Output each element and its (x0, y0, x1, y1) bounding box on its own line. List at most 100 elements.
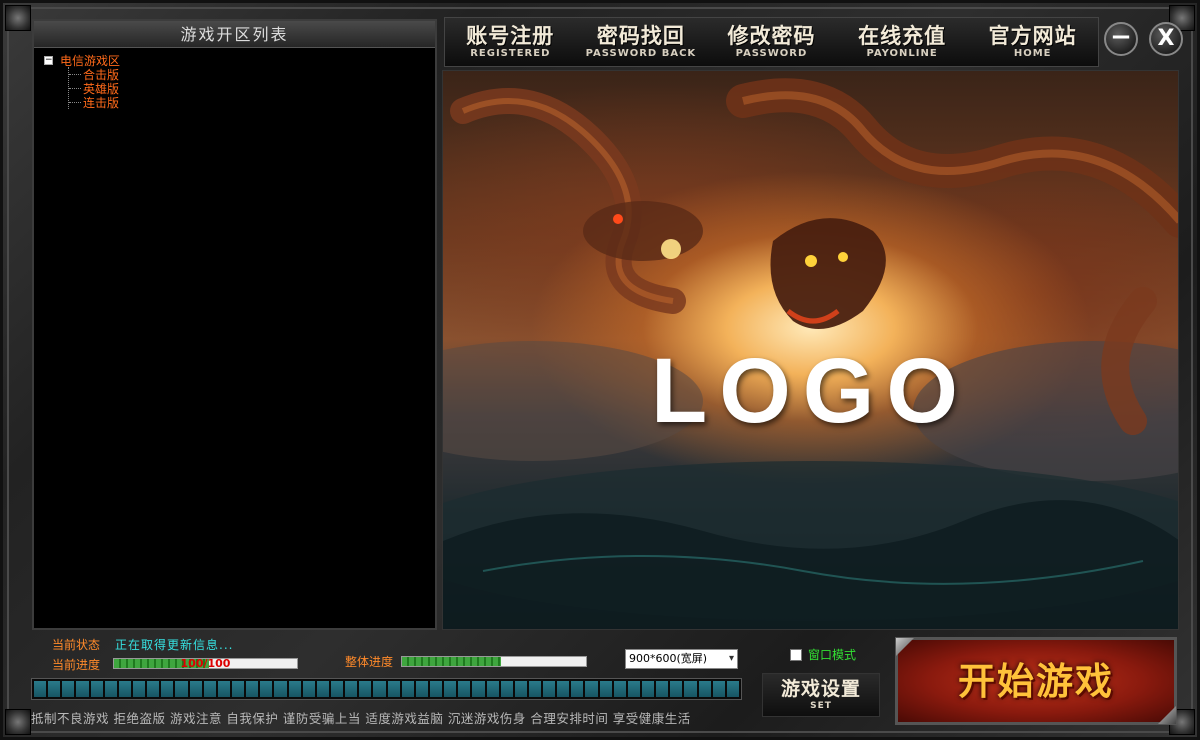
resolution-select[interactable]: 900*600(宽屏) ▾ (625, 649, 738, 669)
resolution-value: 900*600(宽屏) (629, 652, 708, 665)
window-mode-checkbox[interactable] (790, 648, 802, 661)
segment-cell (161, 681, 174, 697)
segment-cell (302, 681, 315, 697)
segment-cell (387, 681, 400, 697)
segment-cell (246, 681, 259, 697)
segment-cell (514, 681, 527, 697)
minimize-button[interactable]: − (1104, 22, 1138, 56)
nav-sublabel: PASSWORD (735, 48, 808, 59)
overall-progress-label: 整体进度 (345, 655, 394, 669)
segment-cell (76, 681, 89, 697)
segment-cell (429, 681, 443, 697)
segment-cell (217, 681, 230, 697)
segment-cell (627, 681, 641, 697)
segment-cell (500, 681, 513, 697)
segment-cell (189, 681, 202, 697)
nav-register-button[interactable]: 账号注册 REGISTERED (445, 18, 576, 66)
segment-cell (118, 681, 131, 697)
segment-cell (571, 681, 584, 697)
close-button[interactable]: X (1149, 22, 1183, 56)
start-game-label: 开始游戏 (958, 659, 1114, 703)
segment-cell (684, 681, 697, 697)
segment-cell (528, 681, 542, 697)
nav-home-button[interactable]: 官方网站 HOME (967, 18, 1098, 66)
segment-cell (642, 681, 655, 697)
overall-progress-bar (401, 656, 587, 667)
collapse-icon[interactable]: − (44, 55, 53, 65)
nav-label: 官方网站 (988, 24, 1077, 48)
window-mode-toggle[interactable]: 窗口模式 (790, 646, 856, 663)
current-progress-bar: 100/100 (113, 658, 298, 669)
nav-label: 账号注册 (466, 24, 555, 48)
segment-cell (656, 681, 669, 697)
game-settings-button[interactable]: 游戏设置 SET (762, 673, 880, 717)
segment-cell (401, 681, 414, 697)
overall-progress-fill (402, 657, 502, 666)
tree-node-label: 连击版 (83, 95, 120, 110)
status-label: 当前状态 (52, 638, 101, 652)
nav-sublabel: HOME (1013, 48, 1052, 59)
tree-node-heji[interactable]: 合击版 (69, 67, 435, 82)
frame-corner (5, 709, 31, 735)
nav-label: 修改密码 (727, 24, 816, 48)
segment-cell (486, 681, 499, 697)
top-nav: 账号注册 REGISTERED 密码找回 PASSWORD BACK 修改密码 … (444, 17, 1099, 67)
nav-password-recovery-button[interactable]: 密码找回 PASSWORD BACK (576, 18, 707, 66)
segment-cell (316, 681, 329, 697)
server-tree: − 电信游戏区 合击版 英雄版 连击版 (34, 48, 435, 110)
segment-cell (104, 681, 117, 697)
nav-sublabel: REGISTERED (470, 48, 551, 59)
current-progress-text: 100/100 (180, 658, 231, 669)
settings-label: 游戏设置 (780, 678, 861, 700)
segment-cell (62, 681, 75, 697)
segment-cell (726, 681, 740, 697)
segment-cell (231, 681, 245, 697)
segment-cell (359, 681, 372, 697)
segment-cell (288, 681, 301, 697)
settings-sublabel: SET (810, 701, 832, 711)
server-list-title: 游戏开区列表 (34, 21, 435, 48)
nav-change-password-button[interactable]: 修改密码 PASSWORD (706, 18, 837, 66)
nav-label: 密码找回 (596, 24, 685, 48)
segment-cell (274, 681, 287, 697)
segment-cell (345, 681, 358, 697)
segment-cell (712, 681, 725, 697)
segment-cell (557, 681, 570, 697)
tree-children: 合击版 英雄版 连击版 (68, 67, 435, 110)
segment-cell (132, 681, 146, 697)
segment-cell (472, 681, 485, 697)
segment-cell (444, 681, 457, 697)
tree-node-yingxiong[interactable]: 英雄版 (69, 81, 435, 96)
start-game-button[interactable]: 开始游戏 (895, 637, 1177, 725)
segment-cell (585, 681, 598, 697)
logo-placeholder: LOGO (651, 340, 970, 442)
segment-cell (373, 681, 386, 697)
segment-cell (415, 681, 428, 697)
segment-cell (203, 681, 216, 697)
segment-cell (175, 681, 188, 697)
segment-cell (543, 681, 556, 697)
segment-cell (698, 681, 711, 697)
nav-sublabel: PASSWORD BACK (585, 48, 697, 59)
tree-node-lianji[interactable]: 连击版 (69, 95, 435, 110)
current-progress-label: 当前进度 (52, 658, 101, 672)
segment-cell (147, 681, 160, 697)
health-slogan: 抵制不良游戏 拒绝盗版 游戏注意 自我保护 谨防受骗上当 适度游戏益脑 沉迷游戏… (31, 711, 691, 726)
segment-cell (34, 681, 47, 697)
download-segment-bar (31, 678, 742, 700)
status-text: 正在取得更新信息... (115, 638, 234, 652)
chevron-down-icon: ▾ (728, 653, 734, 664)
segment-cell (48, 681, 61, 697)
banner-image: LOGO (442, 70, 1179, 630)
segment-cell (260, 681, 273, 697)
segment-cell (599, 681, 612, 697)
nav-recharge-button[interactable]: 在线充值 PAYONLINE (837, 18, 968, 66)
window-mode-label: 窗口模式 (808, 648, 857, 662)
segment-cell (613, 681, 626, 697)
segment-cell (670, 681, 683, 697)
server-list-panel: 游戏开区列表 − 电信游戏区 合击版 英雄版 连击版 (32, 19, 437, 630)
nav-label: 在线充值 (858, 24, 947, 48)
segment-cell (458, 681, 471, 697)
segment-cell (90, 681, 103, 697)
segment-cell (330, 681, 344, 697)
